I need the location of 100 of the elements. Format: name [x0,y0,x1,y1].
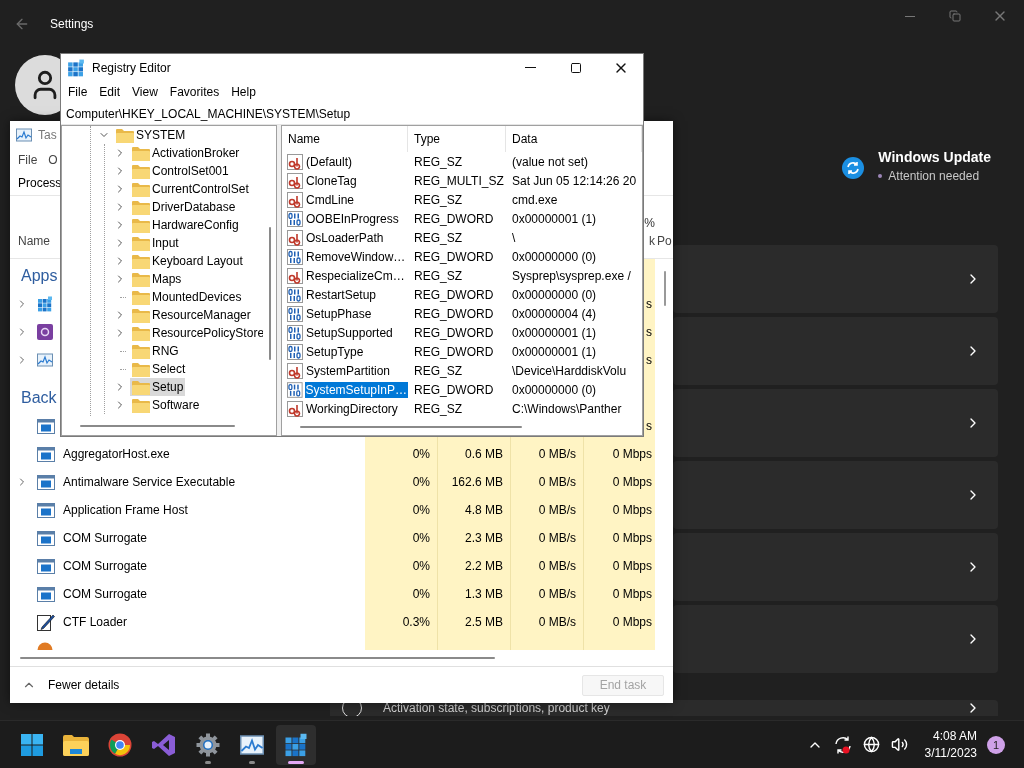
folder-icon [132,163,150,179]
minimize-icon [904,15,915,17]
value-name[interactable]: SetupPhase [305,305,373,322]
value-name[interactable]: SystemSetupInP… [304,381,408,398]
value-name[interactable]: OsLoaderPath [305,229,385,246]
value-type: REG_SZ [413,230,463,245]
group-title: Apps [21,267,58,285]
menu-item[interactable]: Edit [93,82,127,102]
tree-item-label: Select [152,362,186,376]
column-header[interactable]: k [649,234,655,248]
value-data: \ [511,230,517,245]
tree-item[interactable]: SYSTEM [114,126,188,144]
card-caption: Activation state, subscriptions, product key [383,701,610,715]
value-type: REG_SZ [413,192,463,207]
column-header[interactable]: Name [18,234,50,248]
value-name[interactable]: RemoveWindow… [305,248,407,265]
tree-item[interactable]: CurrentControlSet [130,180,251,198]
window-icon [37,558,55,574]
window-title: Tas [38,128,57,142]
notification-badge[interactable]: 1 [987,735,1005,754]
value-name[interactable]: CloneTag [305,172,358,189]
scrollbar-thumb[interactable] [300,425,522,428]
column-header[interactable]: Data [506,126,642,152]
ribbon-logo-icon [152,732,176,757]
folder-icon [63,733,89,756]
update-title[interactable]: Windows Update [878,149,991,165]
scrollbar-thumb[interactable] [20,657,495,659]
tree-item[interactable]: ResourceManager [130,306,253,324]
value-name[interactable]: SystemPartition [305,362,392,379]
window-icon [37,474,55,490]
value-name[interactable]: RestartSetup [305,286,378,303]
value-name[interactable]: (Default) [305,153,353,170]
window-title: Settings [50,17,94,31]
taskbar-app-button[interactable] [276,724,316,765]
value-name[interactable]: WorkingDirectory [305,400,399,417]
sync-icon [832,734,853,755]
menu-item[interactable]: File [62,82,94,102]
tree-item[interactable]: DriverDatabase [130,198,238,216]
tree-item[interactable]: Setup [130,378,186,396]
clock[interactable]: 4:08 AM 3/11/2023 [914,729,985,760]
process-name: COM Surrogate [63,587,148,601]
value-data: \Device\HarddiskVolu [511,363,628,378]
sync-icon [842,157,865,179]
tree-item-label: Software [152,398,200,412]
network-cell: 0 Mbps [612,503,652,517]
scrollbar-thumb[interactable] [268,227,271,360]
disk-cell: 0 MB/s [538,475,576,489]
tree-item-label: ControlSet001 [152,164,229,178]
value-name[interactable]: RespecializeCm… [305,267,406,284]
tree-item[interactable]: Maps [130,270,184,288]
folder-icon [132,379,150,395]
value-type: REG_DWORD [413,249,495,264]
value-name[interactable]: SetupType [305,343,365,360]
memory-cell: 4.8 MB [465,503,503,517]
tree-item[interactable]: Input [130,234,181,252]
tree-item[interactable]: Software [130,396,202,414]
menu-item[interactable]: View [126,82,164,102]
tree-item[interactable]: HardwareConfig [130,216,241,234]
column-header[interactable]: Type [408,126,506,152]
value-name[interactable]: SetupSupported [305,324,394,341]
folder-icon [132,397,150,413]
tab[interactable]: Process [18,172,62,194]
chart-window-icon [240,732,264,757]
value-type: REG_SZ [413,154,463,169]
value-data: 0x00000001 (1) [511,325,598,340]
column-header[interactable]: Name [282,126,408,152]
menu-item[interactable]: Favorites [163,82,226,102]
scrollbar-thumb[interactable] [80,424,235,427]
value-data: cmd.exe [511,192,559,207]
fewer-details-button[interactable]: Fewer details [18,678,124,692]
menu-item[interactable]: O [48,150,58,170]
binary-value-icon [287,210,303,227]
disk-cell: 0 MB/s [538,587,576,601]
tree-item-label: ResourceManager [152,308,251,322]
value-name[interactable]: OOBEInProgress [305,210,400,227]
tree-item[interactable]: RNG [130,342,181,360]
value-data: 0x00000000 (0) [511,287,598,302]
tree-item[interactable]: MountedDevices [130,288,244,306]
value-type: REG_DWORD [413,344,495,359]
value-type: REG_MULTI_SZ [413,173,505,188]
cubes-icon [284,732,308,757]
value-name[interactable]: CmdLine [305,191,356,208]
menu-item[interactable]: File [18,150,38,170]
tree-item[interactable]: ResourcePolicyStore [130,324,263,342]
tree-item-label: CurrentControlSet [152,182,249,196]
network-cell: s [646,297,652,311]
scrollbar-thumb[interactable] [664,271,666,306]
process-name: Application Frame Host [63,503,188,517]
tree-item[interactable]: Select [130,360,188,378]
network-cell: 0 Mbps [612,475,652,489]
memory-cell: 162.6 MB [451,475,503,489]
tree-item[interactable]: ActivationBroker [130,144,242,162]
value-data: (value not set) [511,154,590,169]
tree-item[interactable]: ControlSet001 [130,162,231,180]
column-header[interactable]: Po [655,234,673,258]
menu-item[interactable]: Help [225,82,262,102]
chart-window-icon [37,352,53,368]
disk-cell: 0 MB/s [538,447,576,461]
tree-item-label: Keyboard Layout [152,254,243,268]
tree-item[interactable]: Keyboard Layout [130,252,245,270]
